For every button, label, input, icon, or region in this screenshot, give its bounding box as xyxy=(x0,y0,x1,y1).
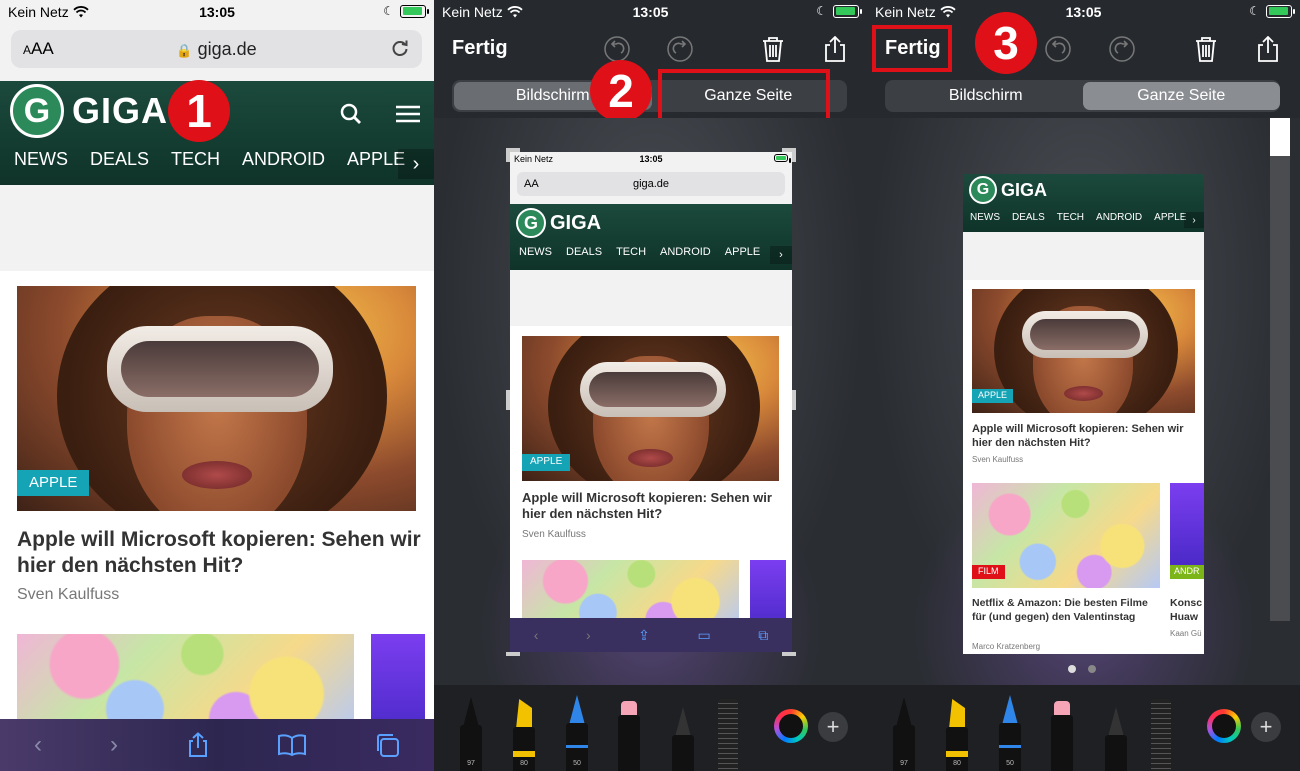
nav-item-deals[interactable]: DEALS xyxy=(90,149,149,179)
moon-icon: ☾ xyxy=(383,4,394,18)
reload-icon[interactable] xyxy=(390,38,410,58)
highlight-done xyxy=(872,25,952,72)
url-text: 🔒 giga.de xyxy=(176,39,257,59)
crop-handle-left[interactable] xyxy=(506,390,510,410)
eraser-tool[interactable] xyxy=(1051,701,1073,771)
category-tag[interactable]: APPLE xyxy=(17,470,90,496)
search-icon[interactable] xyxy=(340,103,362,125)
nav-item-news[interactable]: NEWS xyxy=(14,149,68,179)
status-bar: Kein Netz 13:05 ☾ xyxy=(434,0,867,24)
crop-handle-bl[interactable] xyxy=(506,652,520,656)
trash-icon[interactable] xyxy=(760,36,786,62)
eraser-tool[interactable] xyxy=(618,701,640,771)
page-scroll-thumb[interactable] xyxy=(1270,118,1290,156)
back-icon[interactable]: ‹ xyxy=(34,731,42,759)
markup-full-page: Kein Netz 13:05 ☾ Fertig 3 Bildschirm Ga… xyxy=(867,0,1300,771)
safari-screen: Kein Netz 13:05 ☾ AAA 🔒 giga.de G GIGA N… xyxy=(0,0,434,771)
markup-screen-full-page-option: Kein Netz 13:05 ☾ Fertig Bildschirm Ganz… xyxy=(434,0,867,771)
status-bar: Kein Netz 13:05 ☾ xyxy=(0,0,434,24)
step-badge-3: 3 xyxy=(975,12,1037,74)
crop-handle-br[interactable] xyxy=(782,652,796,656)
moon-icon: ☾ xyxy=(816,4,827,18)
address-bar-area: AAA 🔒 giga.de xyxy=(0,24,434,81)
step-badge-1: 1 xyxy=(168,80,230,142)
step-badge-2: 2 xyxy=(590,60,652,122)
bookmarks-icon[interactable] xyxy=(278,734,306,756)
mini-status-bar: Kein Netz 13:05 xyxy=(510,152,792,168)
marker-tool[interactable]: 80 xyxy=(513,699,535,771)
battery-icon xyxy=(833,4,862,18)
share-icon[interactable] xyxy=(186,732,210,758)
tab-screen[interactable]: Bildschirm xyxy=(887,82,1085,110)
drawing-tools: 97 80 50 + xyxy=(434,685,867,771)
menu-icon[interactable] xyxy=(396,105,420,123)
color-picker-icon[interactable] xyxy=(1207,709,1241,743)
crop-handle-tl-v[interactable] xyxy=(506,148,510,162)
status-time: 13:05 xyxy=(199,4,235,20)
battery-icon xyxy=(1266,4,1295,18)
moon-icon: ☾ xyxy=(1249,4,1260,18)
nav-item-tech[interactable]: TECH xyxy=(171,149,220,179)
ad-placeholder xyxy=(0,185,434,271)
redo-icon[interactable] xyxy=(1109,36,1135,62)
done-button[interactable]: Fertig xyxy=(452,37,508,60)
pen-tool[interactable]: 97 xyxy=(893,697,915,771)
share-icon[interactable] xyxy=(1255,36,1281,62)
crop-handle-tr-v[interactable] xyxy=(792,148,796,162)
mini-site-header: G GIGA NEWS DEALS TECH ANDROID APPLE › xyxy=(510,204,792,270)
color-picker-icon[interactable] xyxy=(774,709,808,743)
giga-logo[interactable]: G GIGA xyxy=(10,84,168,138)
status-time: 13:05 xyxy=(632,4,669,20)
markup-toolbar: Fertig xyxy=(434,24,867,74)
giga-logo-icon: G xyxy=(10,84,64,138)
share-icon[interactable] xyxy=(822,36,848,62)
mini-safari-toolbar: ‹ › ⇪ ▭ ⧉ xyxy=(510,618,792,652)
pencil-tool[interactable]: 50 xyxy=(999,695,1021,771)
undo-icon[interactable] xyxy=(604,36,630,62)
redo-icon[interactable] xyxy=(667,36,693,62)
crop-handle-right[interactable] xyxy=(792,390,796,410)
tab-full-page[interactable]: Ganze Seite xyxy=(1082,82,1280,110)
screenshot-preview[interactable]: Kein Netz 13:05 AA giga.de G GIGA NEWS DE… xyxy=(510,152,792,652)
status-time: 13:05 xyxy=(1065,4,1102,20)
pen-tool[interactable]: 97 xyxy=(460,697,482,771)
nav-scroll-icon[interactable]: › xyxy=(398,149,434,179)
mini-address-bar: AA giga.de xyxy=(517,172,785,196)
article-author[interactable]: Sven Kaulfuss xyxy=(17,586,119,604)
article-headline[interactable]: Apple will Microsoft kopieren: Sehen wir… xyxy=(17,527,422,579)
add-icon[interactable]: + xyxy=(1251,712,1281,742)
forward-icon[interactable]: › xyxy=(110,731,118,759)
lock-icon: 🔒 xyxy=(176,43,193,58)
page-scroll-strip[interactable] xyxy=(1270,118,1290,621)
ruler-tool[interactable] xyxy=(718,699,738,771)
pencil-tool[interactable]: 50 xyxy=(566,695,588,771)
lasso-tool[interactable] xyxy=(672,707,694,771)
mini-address-area: AA giga.de xyxy=(510,168,792,204)
capture-mode-segmented-control: Bildschirm Ganze Seite xyxy=(885,80,1280,112)
site-nav: NEWS DEALS TECH ANDROID APPLE › xyxy=(0,149,434,179)
safari-toolbar: ‹ › xyxy=(0,719,434,771)
highlight-full-page xyxy=(658,69,830,123)
page-dots xyxy=(1068,665,1096,673)
full-page-preview[interactable]: G GIGA NEWS DEALS TECH ANDROID APPLE › APPLE… xyxy=(963,174,1204,654)
status-bar: Kein Netz 13:05 ☾ xyxy=(867,0,1300,24)
markup-canvas[interactable]: G GIGA NEWS DEALS TECH ANDROID APPLE › APPLE… xyxy=(867,118,1300,685)
nav-item-apple[interactable]: APPLE xyxy=(347,149,405,179)
address-bar[interactable]: AAA 🔒 giga.de xyxy=(11,30,422,68)
battery-icon xyxy=(400,4,429,18)
nav-item-android[interactable]: ANDROID xyxy=(242,149,325,179)
trash-icon[interactable] xyxy=(1193,36,1219,62)
mini-site-header: G GIGA NEWS DEALS TECH ANDROID APPLE › xyxy=(963,174,1204,232)
ruler-tool[interactable] xyxy=(1151,699,1171,771)
undo-icon[interactable] xyxy=(1045,36,1071,62)
marker-tool[interactable]: 80 xyxy=(946,699,968,771)
tabs-icon[interactable] xyxy=(374,732,400,758)
drawing-tools: 97 80 50 + xyxy=(867,685,1300,771)
markup-canvas[interactable]: Kein Netz 13:05 AA giga.de G GIGA NEWS DE… xyxy=(434,118,867,685)
add-icon[interactable]: + xyxy=(818,712,848,742)
lasso-tool[interactable] xyxy=(1105,707,1127,771)
